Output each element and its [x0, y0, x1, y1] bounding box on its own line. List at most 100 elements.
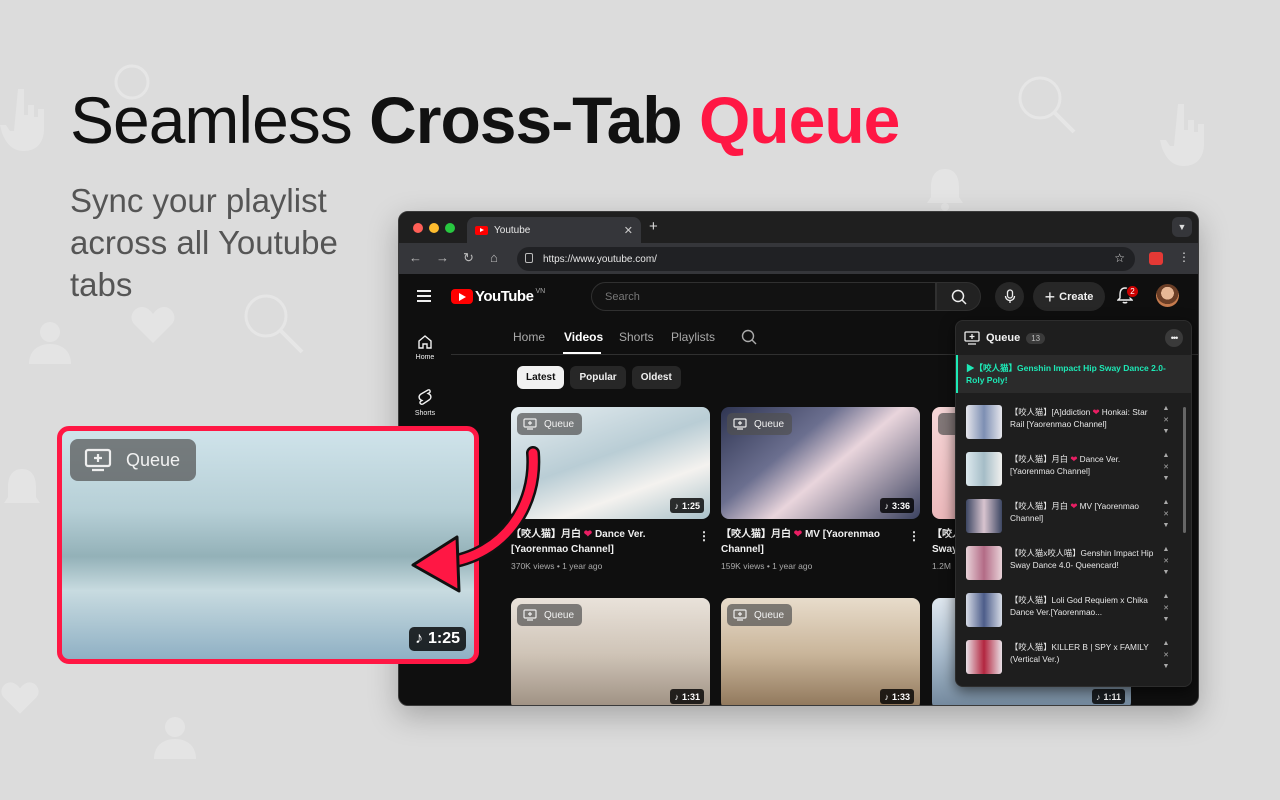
add-to-queue-icon — [523, 609, 537, 621]
sidenav-label-home: Home — [415, 354, 435, 361]
heart-icon: ❤ — [583, 529, 593, 540]
forward-icon[interactable]: → — [436, 250, 449, 265]
music-note-icon: ♪ — [674, 691, 679, 702]
queue-item[interactable]: 【咬人猫】Loli God Requiem x Chika Dance Ver.… — [956, 587, 1191, 634]
search-input[interactable]: Search — [591, 282, 936, 311]
maximize-window-button[interactable] — [445, 223, 455, 233]
add-to-queue-icon — [733, 609, 747, 621]
move-up-icon[interactable]: ▲ — [1161, 591, 1171, 603]
move-down-icon[interactable]: ▼ — [1161, 661, 1171, 673]
region-code: VN — [535, 288, 546, 295]
duration-text: 1:11 — [1103, 691, 1121, 702]
move-down-icon[interactable]: ▼ — [1161, 614, 1171, 626]
menu-icon[interactable] — [417, 290, 431, 305]
queue-item[interactable]: 【咬人猫】月白 ❤ MV [Yaorenmao Channel] ▲ ✕ ▼ — [956, 493, 1191, 540]
video-card[interactable]: 【咬人... Sway 1.2M — [932, 407, 956, 571]
video-options-icon[interactable]: ⋮ — [698, 529, 710, 543]
tab-videos[interactable]: Videos — [564, 330, 603, 344]
video-options-icon[interactable]: ⋮ — [908, 529, 920, 543]
remove-icon[interactable]: ✕ — [1161, 603, 1171, 615]
close-window-button[interactable] — [413, 223, 423, 233]
lock-icon[interactable] — [525, 253, 533, 263]
sidenav-item-shorts[interactable]: Shorts — [399, 375, 451, 430]
remove-icon[interactable]: ✕ — [1161, 509, 1171, 521]
channel-search-icon[interactable] — [741, 329, 757, 345]
add-to-queue-button[interactable]: Queue — [517, 413, 583, 435]
video-thumbnail[interactable] — [932, 407, 956, 519]
video-thumbnail[interactable]: Queue ♪ 1:33 — [721, 598, 920, 705]
add-to-queue-button-zoomed[interactable]: Queue — [70, 439, 197, 481]
chip-latest[interactable]: Latest — [517, 366, 565, 389]
youtube-logo[interactable]: YouTube VN — [451, 288, 545, 305]
add-to-queue-icon — [733, 418, 747, 430]
video-card[interactable]: Queue ♪ 3:36 【咬人猫】月白 ❤ MV [Yaorenmao Chan… — [721, 407, 920, 571]
minimize-window-button[interactable] — [429, 223, 439, 233]
browser-tab-youtube[interactable]: Youtube ✕ — [467, 217, 641, 243]
video-title[interactable]: 【咬人猫】月白 ❤ MV [Yaorenmao Channel] — [721, 527, 901, 557]
video-subtitle-line: Sway — [932, 544, 956, 555]
now-playing-item[interactable]: ▶【咬人猫】Genshin Impact Hip Sway Dance 2.0-… — [956, 355, 1191, 393]
tab-close-icon[interactable]: ✕ — [624, 224, 633, 237]
chip-oldest[interactable]: Oldest — [631, 366, 681, 389]
youtube-wordmark: YouTube — [475, 288, 534, 305]
add-to-queue-button[interactable]: Queue — [727, 413, 793, 435]
duration-badge: ♪ 3:36 — [880, 498, 914, 513]
queue-item-thumbnail — [966, 546, 1002, 580]
move-up-icon[interactable]: ▲ — [1161, 638, 1171, 650]
bg-user-icon-2 — [150, 715, 200, 759]
add-to-queue-button[interactable] — [938, 413, 956, 435]
avatar[interactable] — [1156, 284, 1179, 307]
remove-icon[interactable]: ✕ — [1161, 650, 1171, 662]
queue-item[interactable]: 【咬人猫】月白 ❤ Dance Ver. [Yaorenmao Channel]… — [956, 446, 1191, 493]
duration-badge: ♪ 1:25 — [670, 498, 704, 513]
sidenav-item-home[interactable]: Home — [399, 320, 451, 375]
reload-icon[interactable]: ↻ — [463, 250, 474, 266]
queue-extension-icon[interactable] — [1149, 252, 1163, 265]
url-bar[interactable]: https://www.youtube.com/ ☆ — [517, 247, 1135, 271]
video-thumbnail[interactable]: Queue ♪ 1:31 — [511, 598, 710, 705]
queue-item-thumbnail — [966, 452, 1002, 486]
hero-subtitle: Sync your playlist across all Youtube ta… — [70, 182, 338, 303]
queue-item[interactable]: 【咬人猫】[A]ddiction ❤ Honkai: Star Rail [Ya… — [956, 399, 1191, 446]
move-up-icon[interactable]: ▲ — [1161, 544, 1171, 556]
video-card[interactable]: Queue ♪ 1:33 — [721, 598, 920, 705]
duration-text: 1:31 — [681, 691, 700, 702]
tab-search-chevron-icon[interactable]: ▼ — [1172, 217, 1192, 237]
bookmark-star-icon[interactable]: ☆ — [1114, 251, 1125, 265]
queue-item-title: 【咬人猫x咬人喵】Genshin Impact Hip Sway Dance 4… — [1010, 548, 1154, 570]
remove-icon[interactable]: ✕ — [1161, 415, 1171, 427]
tab-shorts[interactable]: Shorts — [619, 330, 654, 344]
move-up-icon[interactable]: ▲ — [1161, 403, 1171, 415]
tab-playlists[interactable]: Playlists — [671, 330, 715, 344]
video-thumbnail[interactable]: Queue ♪ 3:36 — [721, 407, 920, 519]
bg-heart-icon — [130, 305, 176, 345]
move-down-icon[interactable]: ▼ — [1161, 426, 1171, 438]
video-title[interactable]: 【咬人... — [932, 527, 956, 542]
create-label: Create — [1059, 290, 1094, 303]
chip-popular[interactable]: Popular — [570, 366, 626, 389]
tab-home[interactable]: Home — [513, 330, 545, 344]
move-down-icon[interactable]: ▼ — [1161, 473, 1171, 485]
queue-scrollbar[interactable] — [1183, 407, 1186, 533]
video-card[interactable]: Queue ♪ 1:31 — [511, 598, 710, 705]
browser-menu-icon[interactable]: ⋮ — [1178, 250, 1190, 264]
search-button[interactable] — [936, 282, 981, 311]
create-button[interactable]: + Create — [1033, 282, 1105, 311]
add-to-queue-button[interactable]: Queue — [727, 604, 793, 626]
back-icon[interactable]: ← — [409, 250, 422, 265]
add-to-queue-button[interactable]: Queue — [517, 604, 583, 626]
queue-item[interactable]: 【咬人猫】KILLER B | SPY x FAMILY (Vertical V… — [956, 634, 1191, 681]
remove-icon[interactable]: ✕ — [1161, 556, 1171, 568]
new-tab-button[interactable]: + — [649, 218, 658, 235]
remove-icon[interactable]: ✕ — [1161, 462, 1171, 474]
move-down-icon[interactable]: ▼ — [1161, 567, 1171, 579]
move-up-icon[interactable]: ▲ — [1161, 497, 1171, 509]
queue-item-thumbnail — [966, 405, 1002, 439]
move-up-icon[interactable]: ▲ — [1161, 450, 1171, 462]
voice-search-button[interactable] — [995, 282, 1024, 311]
home-icon[interactable]: ⌂ — [490, 250, 498, 265]
queue-item[interactable]: 【咬人猫x咬人喵】Genshin Impact Hip Sway Dance 4… — [956, 540, 1191, 587]
queue-item-title-part1: 【咬人猫】月白 — [1010, 501, 1071, 511]
move-down-icon[interactable]: ▼ — [1161, 520, 1171, 532]
queue-more-icon[interactable]: ••• — [1165, 329, 1183, 347]
